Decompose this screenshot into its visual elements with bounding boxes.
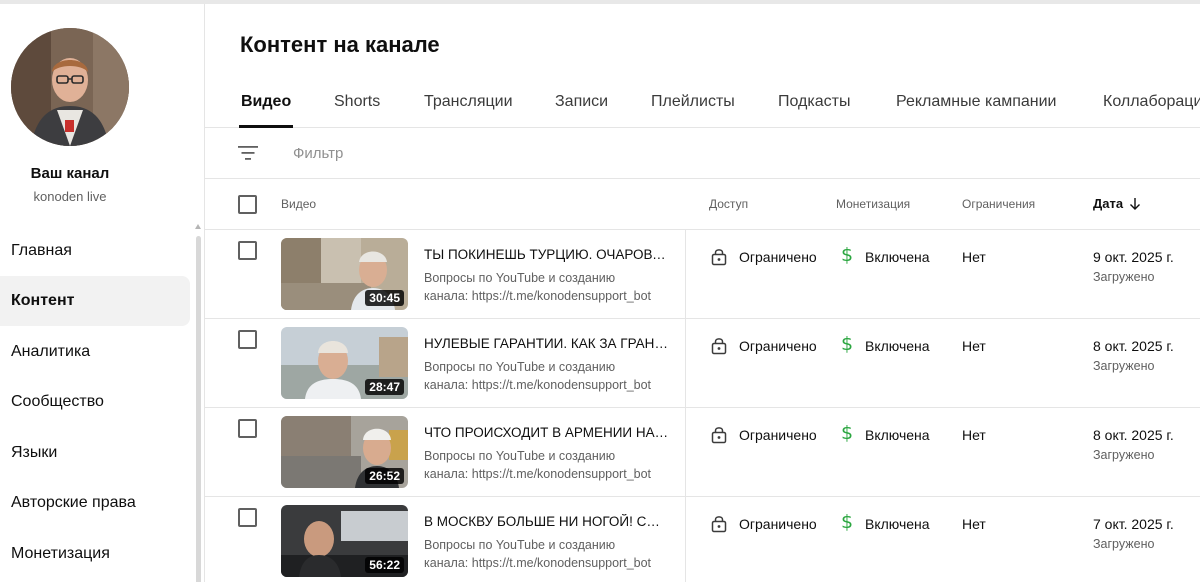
select-all-checkbox[interactable] xyxy=(238,195,257,214)
access-status[interactable]: Ограничено xyxy=(739,516,823,532)
lock-icon xyxy=(711,338,727,355)
dollar-icon: $ xyxy=(841,422,854,444)
video-description-line: Вопросы по YouTube и созданию xyxy=(424,449,616,463)
video-description-line: канала: https://t.me/konodensupport_bot xyxy=(424,556,652,570)
sidebar-item-copyright[interactable]: Авторские права xyxy=(0,478,190,528)
page-title: Контент на канале xyxy=(240,32,440,57)
video-duration: 26:52 xyxy=(365,468,404,484)
table-row[interactable]: 28:47 НУЛЕВЫЕ ГАРАНТИИ. КАК ЗА ГРАНИЦЕЙ … xyxy=(205,319,1200,408)
sidebar-item-monetization[interactable]: Монетизация xyxy=(0,529,190,579)
video-date: 7 окт. 2025 г. xyxy=(1093,516,1174,532)
tab-ad-campaigns[interactable]: Рекламные кампании xyxy=(896,80,1056,128)
lock-icon xyxy=(711,516,727,533)
column-divider xyxy=(685,408,686,497)
table-row[interactable]: 56:22 В МОСКВУ БОЛЬШЕ НИ НОГОЙ! Смотрите… xyxy=(205,497,1200,582)
column-header-date[interactable]: Дата xyxy=(1093,196,1123,211)
access-status[interactable]: Ограничено xyxy=(739,249,823,265)
tab-live[interactable]: Трансляции xyxy=(424,80,513,128)
video-date: 8 окт. 2025 г. xyxy=(1093,338,1174,354)
restrictions-status: Нет xyxy=(962,338,986,354)
sidebar: Ваш канал konoden live Главная Контент А… xyxy=(0,4,205,582)
video-description-line: канала: https://t.me/konodensupport_bot xyxy=(424,289,652,303)
tab-playlists[interactable]: Плейлисты xyxy=(651,80,735,128)
table-header: Видео Доступ Монетизация Ограничения Дат… xyxy=(205,179,1200,230)
scroll-up-arrow-icon[interactable] xyxy=(195,224,201,229)
sidebar-scrollbar[interactable] xyxy=(196,236,201,582)
restrictions-status: Нет xyxy=(962,427,986,443)
monetization-status[interactable]: Включена xyxy=(865,249,930,265)
video-duration: 30:45 xyxy=(365,290,404,306)
arrow-down-icon[interactable] xyxy=(1129,197,1141,211)
video-title[interactable]: ЧТО ПРОИСХОДИТ В АРМЕНИИ НА САМОМ ДЕЛЕ xyxy=(424,425,669,440)
video-date: 9 окт. 2025 г. xyxy=(1093,249,1174,265)
tab-recordings[interactable]: Записи xyxy=(555,80,608,128)
access-status[interactable]: Ограничено xyxy=(739,427,823,443)
restrictions-status: Нет xyxy=(962,249,986,265)
row-checkbox[interactable] xyxy=(238,419,257,438)
tab-shorts[interactable]: Shorts xyxy=(334,80,380,128)
video-description: Вопросы по YouTube и созданию канала: ht… xyxy=(424,358,669,394)
monetization-status[interactable]: Включена xyxy=(865,427,930,443)
upload-status: Загружено xyxy=(1093,448,1155,462)
table-row[interactable]: 30:45 ТЫ ПОКИНЕШЬ ТУРЦИЮ. ОЧАРОВАНИЕ Воп… xyxy=(205,230,1200,319)
avatar-image xyxy=(11,28,129,146)
row-checkbox[interactable] xyxy=(238,508,257,527)
monetization-status[interactable]: Включена xyxy=(865,516,930,532)
video-thumbnail[interactable]: 26:52 xyxy=(281,416,408,488)
tab-podcasts[interactable]: Подкасты xyxy=(778,80,850,128)
video-thumbnail[interactable]: 56:22 xyxy=(281,505,408,577)
video-description-line: канала: https://t.me/konodensupport_bot xyxy=(424,467,652,481)
restrictions-status: Нет xyxy=(962,516,986,532)
video-thumbnail[interactable]: 30:45 xyxy=(281,238,408,310)
video-date: 8 окт. 2025 г. xyxy=(1093,427,1174,443)
video-duration: 28:47 xyxy=(365,379,404,395)
video-description: Вопросы по YouTube и созданию канала: ht… xyxy=(424,447,669,483)
dollar-icon: $ xyxy=(841,511,854,533)
sidebar-item-analytics[interactable]: Аналитика xyxy=(0,327,190,377)
sidebar-item-community[interactable]: Сообщество xyxy=(0,377,190,427)
filter-bar: Фильтр xyxy=(205,128,1200,179)
sidebar-item-home[interactable]: Главная xyxy=(0,226,190,276)
lock-icon xyxy=(711,427,727,444)
video-title[interactable]: В МОСКВУ БОЛЬШЕ НИ НОГОЙ! Смотрите xyxy=(424,514,669,529)
column-divider xyxy=(685,497,686,582)
tab-collaborations[interactable]: Коллаборации xyxy=(1103,80,1200,128)
column-divider xyxy=(685,230,686,319)
channel-handle: konoden live xyxy=(33,189,107,204)
video-title[interactable]: ТЫ ПОКИНЕШЬ ТУРЦИЮ. ОЧАРОВАНИЕ xyxy=(424,247,669,262)
tab-videos[interactable]: Видео xyxy=(238,80,294,128)
video-duration: 56:22 xyxy=(365,557,404,573)
filter-input[interactable]: Фильтр xyxy=(293,145,343,162)
row-checkbox[interactable] xyxy=(238,330,257,349)
column-header-monetization: Монетизация xyxy=(836,197,911,211)
table-row[interactable]: 26:52 ЧТО ПРОИСХОДИТ В АРМЕНИИ НА САМОМ … xyxy=(205,408,1200,497)
video-description-line: канала: https://t.me/konodensupport_bot xyxy=(424,378,652,392)
video-title[interactable]: НУЛЕВЫЕ ГАРАНТИИ. КАК ЗА ГРАНИЦЕЙ xyxy=(424,336,669,351)
upload-status: Загружено xyxy=(1093,359,1155,373)
video-description-line: Вопросы по YouTube и созданию xyxy=(424,538,616,552)
lock-icon xyxy=(711,249,727,266)
filter-icon[interactable] xyxy=(238,145,258,161)
sidebar-item-content[interactable]: Контент xyxy=(0,276,190,326)
video-description-line: Вопросы по YouTube и созданию xyxy=(424,271,616,285)
video-thumbnail[interactable]: 28:47 xyxy=(281,327,408,399)
column-header-access: Доступ xyxy=(709,197,749,211)
channel-title: Ваш канал xyxy=(30,165,110,182)
row-checkbox[interactable] xyxy=(238,241,257,260)
content-tabs: Видео Shorts Трансляции Записи Плейлисты… xyxy=(205,80,1200,128)
dollar-icon: $ xyxy=(841,244,854,266)
access-status[interactable]: Ограничено xyxy=(739,338,823,354)
monetization-status[interactable]: Включена xyxy=(865,338,930,354)
video-description-line: Вопросы по YouTube и созданию xyxy=(424,360,616,374)
column-divider xyxy=(685,319,686,408)
sidebar-item-languages[interactable]: Языки xyxy=(0,428,190,478)
upload-status: Загружено xyxy=(1093,537,1155,551)
video-description: Вопросы по YouTube и созданию канала: ht… xyxy=(424,536,669,572)
column-header-video: Видео xyxy=(281,197,317,211)
video-description: Вопросы по YouTube и созданию канала: ht… xyxy=(424,269,669,305)
dollar-icon: $ xyxy=(841,333,854,355)
channel-avatar[interactable] xyxy=(11,28,129,146)
column-header-restrictions: Ограничения xyxy=(962,197,1036,211)
upload-status: Загружено xyxy=(1093,270,1155,284)
